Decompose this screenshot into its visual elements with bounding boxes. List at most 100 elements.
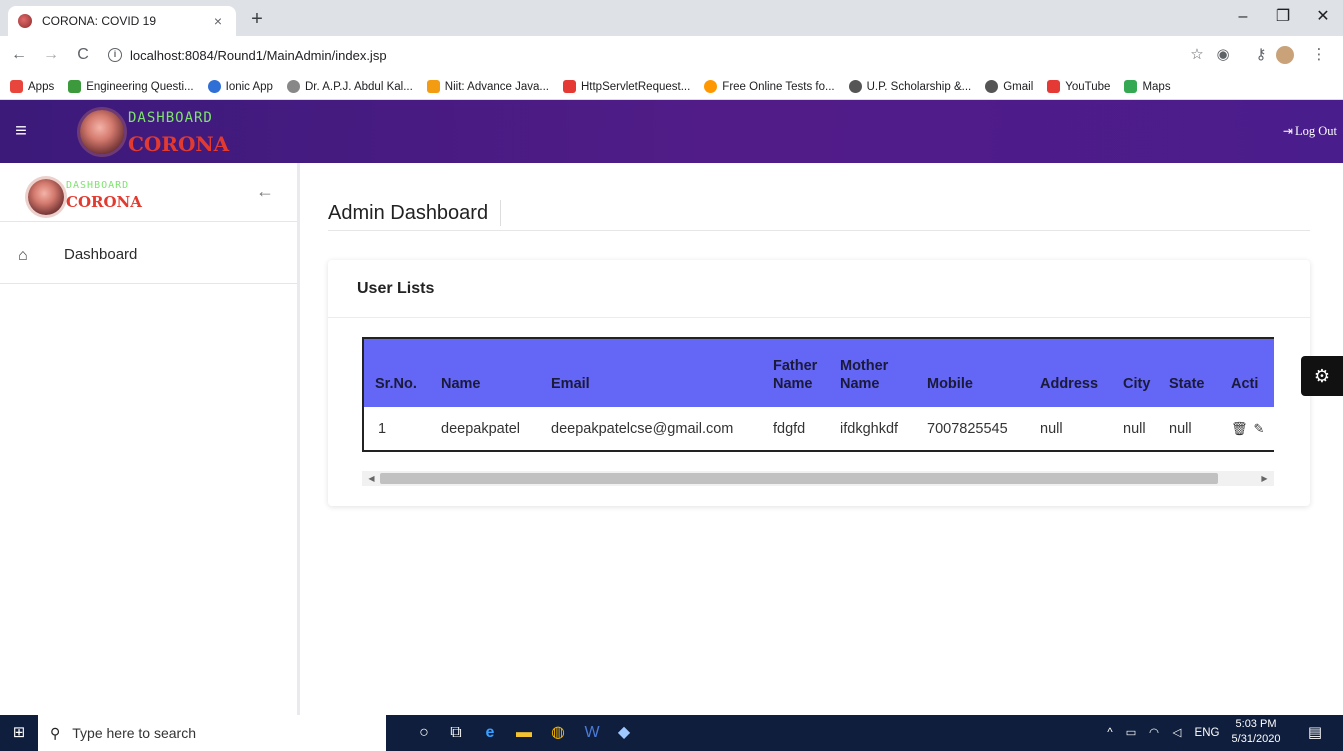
battery-icon[interactable]: ▭: [1120, 715, 1142, 751]
card-title: User Lists: [357, 280, 435, 297]
bookmarks-bar: Apps Engineering Questi... Ionic App Dr.…: [0, 74, 1343, 100]
oracle-icon: [562, 80, 576, 93]
bookmark-icon: [207, 80, 221, 93]
horizontal-scrollbar[interactable]: ◀ ▶: [362, 471, 1274, 486]
col-header-name[interactable]: Name: [441, 339, 551, 407]
bookmark-engineering[interactable]: Engineering Questi...: [68, 80, 194, 93]
browser-toolbar: ← → C i localhost:8084/Round1/MainAdmin/…: [0, 36, 1343, 74]
col-header-email[interactable]: Email: [551, 339, 773, 407]
taskbar-search-placeholder: Type here to search: [72, 725, 197, 741]
cell-mobile: 7007825545: [927, 421, 1008, 437]
back-arrow-icon[interactable]: ←: [6, 42, 32, 68]
task-view-icon[interactable]: ⧉: [444, 721, 468, 745]
cortana-icon[interactable]: ○: [412, 721, 436, 745]
col-header-state[interactable]: State: [1169, 339, 1231, 407]
collapse-arrow-icon[interactable]: ←: [256, 181, 274, 202]
globe-icon: [985, 80, 999, 93]
chrome-icon[interactable]: ◍: [546, 721, 570, 745]
bookmark-youtube[interactable]: YouTube: [1047, 80, 1110, 93]
delete-trash-icon[interactable]: 🗑: [1231, 421, 1248, 436]
user-table: Sr.No. Name Email Father Name Mother Nam…: [364, 339, 1274, 450]
corona-logo-icon: [28, 179, 64, 215]
col-header-action[interactable]: Acti: [1231, 339, 1274, 407]
sidebar-header: DASHBOARD CORONA ←: [0, 163, 297, 222]
cell-city: null: [1123, 421, 1146, 437]
scroll-right-arrow-icon[interactable]: ▶: [1257, 473, 1272, 484]
maps-icon: [1124, 80, 1138, 93]
browser-tab[interactable]: CORONA: COVID 19 ×: [8, 6, 236, 36]
reload-icon[interactable]: C: [70, 42, 96, 68]
address-bar[interactable]: i localhost:8084/Round1/MainAdmin/index.…: [108, 41, 1168, 69]
menu-dots-icon[interactable]: ⋮: [1308, 44, 1330, 66]
file-explorer-icon[interactable]: ▬: [512, 721, 536, 745]
cell-father-name: fdgfd: [773, 421, 806, 437]
new-tab-button[interactable]: +: [246, 9, 268, 31]
key-icon[interactable]: ⚷: [1250, 44, 1272, 66]
col-header-srno[interactable]: Sr.No.: [364, 339, 441, 407]
close-window-button[interactable]: ✕: [1303, 4, 1343, 30]
extension-icon[interactable]: ◉: [1212, 44, 1234, 66]
windows-start-icon[interactable]: ⊞: [0, 715, 38, 751]
bookmark-up-scholarship[interactable]: U.P. Scholarship &...: [848, 80, 971, 93]
bookmark-free-tests[interactable]: Free Online Tests fo...: [704, 80, 835, 93]
col-header-mother-name[interactable]: Mother Name: [840, 339, 927, 407]
col-header-address[interactable]: Address: [1040, 339, 1123, 407]
system-clock[interactable]: 5:03 PM 5/31/2020: [1228, 717, 1284, 747]
app-header: ≡ DASHBOARD CORONA ⇥ Log Out: [0, 100, 1343, 163]
clock-time: 5:03 PM: [1235, 718, 1277, 730]
table-header-row: Sr.No. Name Email Father Name Mother Nam…: [364, 339, 1274, 407]
profile-avatar[interactable]: [1276, 46, 1294, 64]
col-header-city[interactable]: City: [1123, 339, 1169, 407]
youtube-icon: [1047, 80, 1061, 93]
header-logo-top: DASHBOARD: [128, 110, 213, 126]
tab-close-icon[interactable]: ×: [210, 13, 226, 29]
bookmark-ionic[interactable]: Ionic App: [207, 80, 273, 93]
sign-out-icon: ⇥: [1282, 124, 1293, 138]
cell-srno: 1: [378, 421, 387, 437]
bookmark-niit[interactable]: Niit: Advance Java...: [426, 80, 549, 93]
bookmark-apps[interactable]: Apps: [10, 80, 54, 93]
tray-chevron-icon[interactable]: ^: [1100, 715, 1120, 751]
apps-grid-icon: [10, 80, 23, 93]
logout-button[interactable]: ⇥ Log Out: [1283, 124, 1337, 139]
info-icon[interactable]: i: [108, 48, 122, 62]
scroll-left-arrow-icon[interactable]: ◀: [364, 473, 379, 484]
app-cube-icon[interactable]: ◆: [612, 721, 636, 745]
scrollbar-thumb[interactable]: [380, 473, 1218, 484]
hamburger-menu-icon[interactable]: ≡: [10, 120, 32, 142]
bookmark-maps[interactable]: Maps: [1124, 80, 1171, 93]
globe-icon: [848, 80, 862, 93]
card-header: User Lists: [328, 260, 1310, 318]
edge-icon[interactable]: e: [478, 721, 502, 745]
bookmark-gmail[interactable]: Gmail: [985, 80, 1033, 93]
cell-actions: 🗑 ✎: [1231, 407, 1274, 450]
col-header-father-name[interactable]: Father Name: [773, 339, 840, 407]
page-title: Admin Dashboard: [328, 200, 502, 226]
notifications-icon[interactable]: ▤: [1300, 715, 1330, 751]
user-table-container[interactable]: Sr.No. Name Email Father Name Mother Nam…: [362, 337, 1274, 452]
col-header-mobile[interactable]: Mobile: [927, 339, 1040, 407]
star-icon[interactable]: ☆: [1186, 44, 1208, 66]
table-row: 1 deepakpatel deepakpatelcse@gmail.com f…: [364, 407, 1274, 450]
word-icon[interactable]: W: [580, 721, 604, 745]
taskbar-search[interactable]: ⚲ Type here to search: [38, 715, 386, 751]
volume-icon[interactable]: ◁: [1166, 715, 1188, 751]
browser-tabstrip: CORONA: COVID 19 × + – ❐ ✕: [0, 0, 1343, 36]
forward-arrow-icon[interactable]: →: [38, 42, 64, 68]
bookmark-apj[interactable]: Dr. A.P.J. Abdul Kal...: [286, 80, 413, 93]
sidebar-item-label: Dashboard: [64, 246, 138, 263]
bookmark-httpservlet[interactable]: HttpServletRequest...: [562, 80, 690, 93]
wifi-icon[interactable]: ◠: [1144, 715, 1164, 751]
sidebar-item-dashboard[interactable]: ⌂ Dashboard: [0, 222, 297, 284]
cell-email: deepakpatelcse@gmail.com: [551, 421, 734, 437]
home-icon: ⌂: [18, 247, 28, 264]
settings-gear-icon[interactable]: ⚙: [1301, 356, 1343, 396]
windows-taskbar: ⊞ ⚲ Type here to search ○ ⧉ e ▬ ◍ W ◆ ^ …: [0, 715, 1343, 751]
cell-mother-name: ifdkghkdf: [840, 421, 899, 437]
language-indicator[interactable]: ENG: [1190, 715, 1224, 751]
maximize-button[interactable]: ❐: [1263, 4, 1303, 30]
edit-icon[interactable]: ✎: [1254, 421, 1265, 436]
minimize-button[interactable]: –: [1223, 4, 1263, 30]
table-body: 1 deepakpatel deepakpatelcse@gmail.com f…: [364, 407, 1274, 450]
bookmark-icon: [704, 80, 718, 93]
